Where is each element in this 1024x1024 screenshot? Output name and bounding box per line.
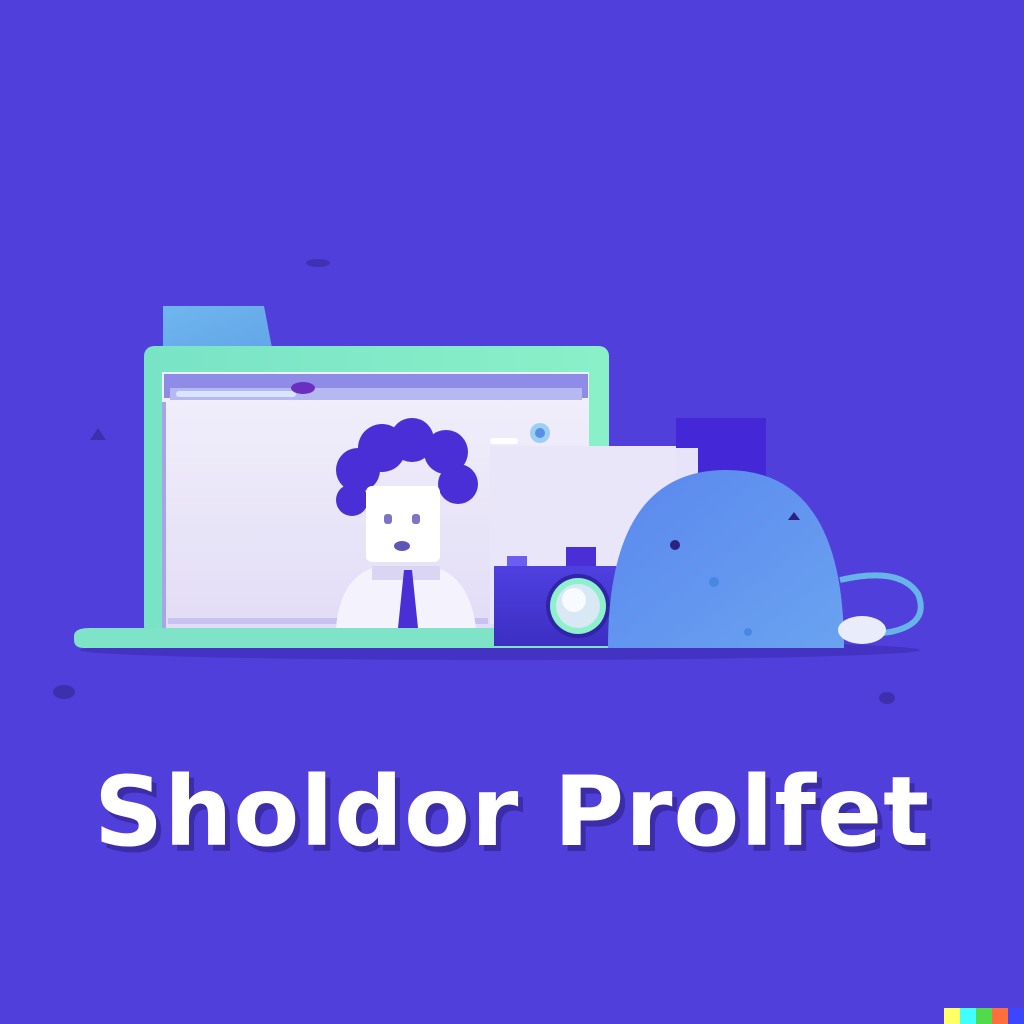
artwork-canvas: Sholdor Prolfet (0, 0, 1024, 1024)
computer-mouse-icon (608, 470, 924, 648)
signature-swatch-green (976, 1008, 992, 1024)
signature-swatch-blue (1008, 1008, 1024, 1024)
headline-title: Sholdor Prolfet (93, 756, 931, 868)
signature-swatch-yellow (944, 1008, 960, 1024)
signature-swatch-cyan (960, 1008, 976, 1024)
generator-signature-swatches (944, 1008, 1024, 1024)
signature-swatch-orange (992, 1008, 1008, 1024)
